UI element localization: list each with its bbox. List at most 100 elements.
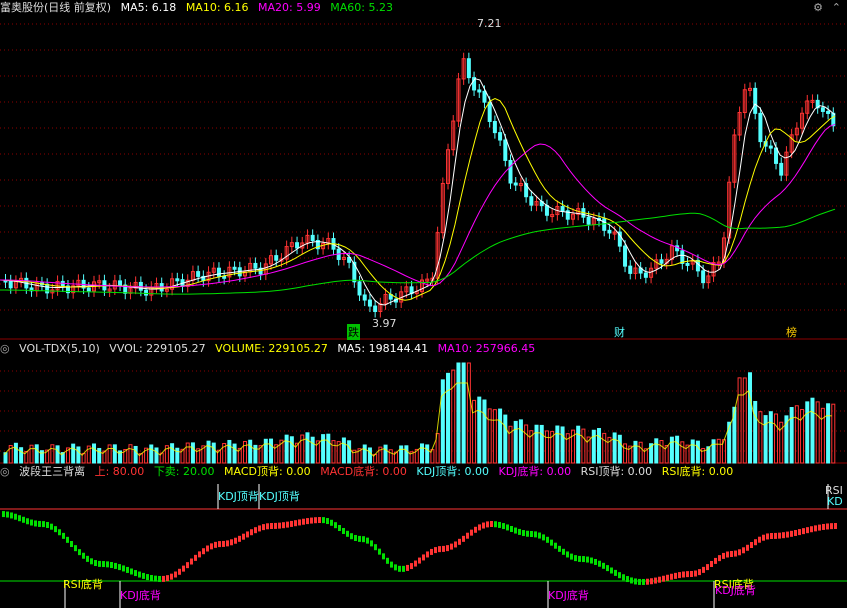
oscillator-dot <box>14 513 17 520</box>
oscillator-dot <box>750 542 753 548</box>
oscillator-dot <box>518 528 521 535</box>
indicator-panel[interactable]: ◎ 波段王三背离 上: 80.00 下卖: 20.00 MACD顶背: 0.00… <box>0 464 847 608</box>
kdj-top-tag: KDJ顶背 <box>218 490 259 503</box>
oscillator-dot <box>774 532 777 539</box>
collapse-dot-icon[interactable]: ◎ <box>0 342 10 355</box>
rsi-bottom-value: RSI底背: 0.00 <box>661 465 734 478</box>
volume-bar <box>472 399 477 464</box>
oscillator-dot <box>310 517 313 524</box>
collapse-dot-icon[interactable]: ◎ <box>0 465 10 478</box>
oscillator-dot <box>834 523 837 530</box>
volume-bar <box>242 440 247 464</box>
volume-bar <box>451 369 456 464</box>
oscillator-dot <box>38 520 41 527</box>
oscillator-dot <box>394 564 397 571</box>
oscillator-dot <box>574 555 577 562</box>
volume-bar <box>107 444 112 464</box>
volume-header: ◎ VOL-TDX(5,10) VVOL: 229105.27 VOLUME: … <box>0 341 541 357</box>
volume-bar <box>826 403 831 464</box>
oscillator-dot <box>430 548 433 555</box>
chevron-up-icon[interactable]: ⌃ <box>832 1 841 14</box>
kdj-top-value: KDJ顶背: 0.00 <box>416 465 489 478</box>
oscillator-dot <box>618 572 621 579</box>
oscillator-dot <box>218 541 221 548</box>
volume-bar <box>576 425 581 464</box>
oscillator-dot <box>214 541 217 548</box>
oscillator-dot <box>290 520 293 527</box>
oscillator-dot <box>546 536 549 543</box>
candle-body <box>118 280 123 286</box>
volume-bar <box>456 362 461 464</box>
oscillator-dot <box>318 517 321 524</box>
oscillator-dot <box>118 564 121 571</box>
oscillator-dot <box>18 515 21 522</box>
oscillator-dot <box>706 564 709 571</box>
candle-body <box>482 90 487 103</box>
oscillator-dot <box>474 526 477 533</box>
oscillator-dot <box>210 543 213 550</box>
volume-bar <box>534 424 539 464</box>
volume-bar <box>758 411 763 464</box>
volume-bar <box>446 372 451 464</box>
gear-icon[interactable]: ⚙ <box>813 1 823 14</box>
volume-bar <box>211 442 216 464</box>
marker-die[interactable]: 跌 <box>347 324 360 340</box>
oscillator-dot <box>114 562 117 569</box>
oscillator-dot <box>138 571 141 578</box>
volume-bar <box>768 411 773 464</box>
volume-bar <box>820 407 825 464</box>
oscillator-dot <box>354 534 357 541</box>
oscillator-dot <box>710 561 713 567</box>
volume-bar <box>617 434 622 464</box>
oscillator-dot <box>202 548 205 555</box>
volume-bar <box>248 439 253 464</box>
volume-bar <box>539 424 544 464</box>
volume-bar <box>367 447 372 464</box>
marker-bang[interactable]: 榜 <box>786 324 797 340</box>
oscillator-dot <box>582 556 585 563</box>
candle-body <box>362 294 367 301</box>
volume-bar <box>602 432 607 464</box>
oscillator-dot <box>602 562 605 569</box>
oscillator-dot <box>778 532 781 539</box>
marker-cai[interactable]: 财 <box>614 324 625 340</box>
oscillator-dot <box>126 566 129 573</box>
oscillator-dot <box>498 521 501 528</box>
price-panel[interactable]: 富奥股份(日线 前复权) MA5: 6.18 MA10: 6.16 MA20: … <box>0 0 847 340</box>
oscillator-dot <box>538 532 541 539</box>
ma60-value: MA60: 5.23 <box>330 1 393 14</box>
volume-bar <box>71 443 76 464</box>
oscillator-dot <box>522 530 525 537</box>
candle-body <box>560 206 565 212</box>
kdj-top-tag: KD <box>827 495 843 508</box>
oscillator-dot <box>754 539 757 546</box>
oscillator-dot <box>270 523 273 529</box>
volume-panel[interactable]: ◎ VOL-TDX(5,10) VVOL: 229105.27 VOLUME: … <box>0 341 847 464</box>
volume-bar <box>498 408 503 464</box>
oscillator-dot <box>230 539 233 546</box>
candle-body <box>768 145 773 149</box>
volume-bar <box>612 432 617 464</box>
oscillator-dot <box>58 529 61 536</box>
oscillator-dot <box>566 551 569 558</box>
candle-body <box>623 245 628 267</box>
oscillator-dot <box>826 523 829 530</box>
volume-bar <box>440 379 445 464</box>
oscillator-dot <box>790 530 793 537</box>
volume-bar <box>581 428 586 464</box>
oscillator-dot <box>734 550 737 557</box>
oscillator-dot <box>234 537 237 544</box>
candle-body <box>602 218 607 231</box>
oscillator-dot <box>342 527 345 534</box>
oscillator-dot <box>402 565 405 572</box>
oscillator-dot <box>78 549 81 556</box>
volume-bar <box>190 442 195 464</box>
oscillator-dot <box>246 531 249 538</box>
candle-body <box>701 270 706 284</box>
candle-body <box>508 159 513 184</box>
candle-body <box>498 132 503 141</box>
candle-body <box>86 287 91 292</box>
kdj-bottom-tag: KDJ底背 <box>715 584 756 597</box>
oscillator-dot <box>786 531 789 538</box>
volume-bar <box>331 440 336 464</box>
